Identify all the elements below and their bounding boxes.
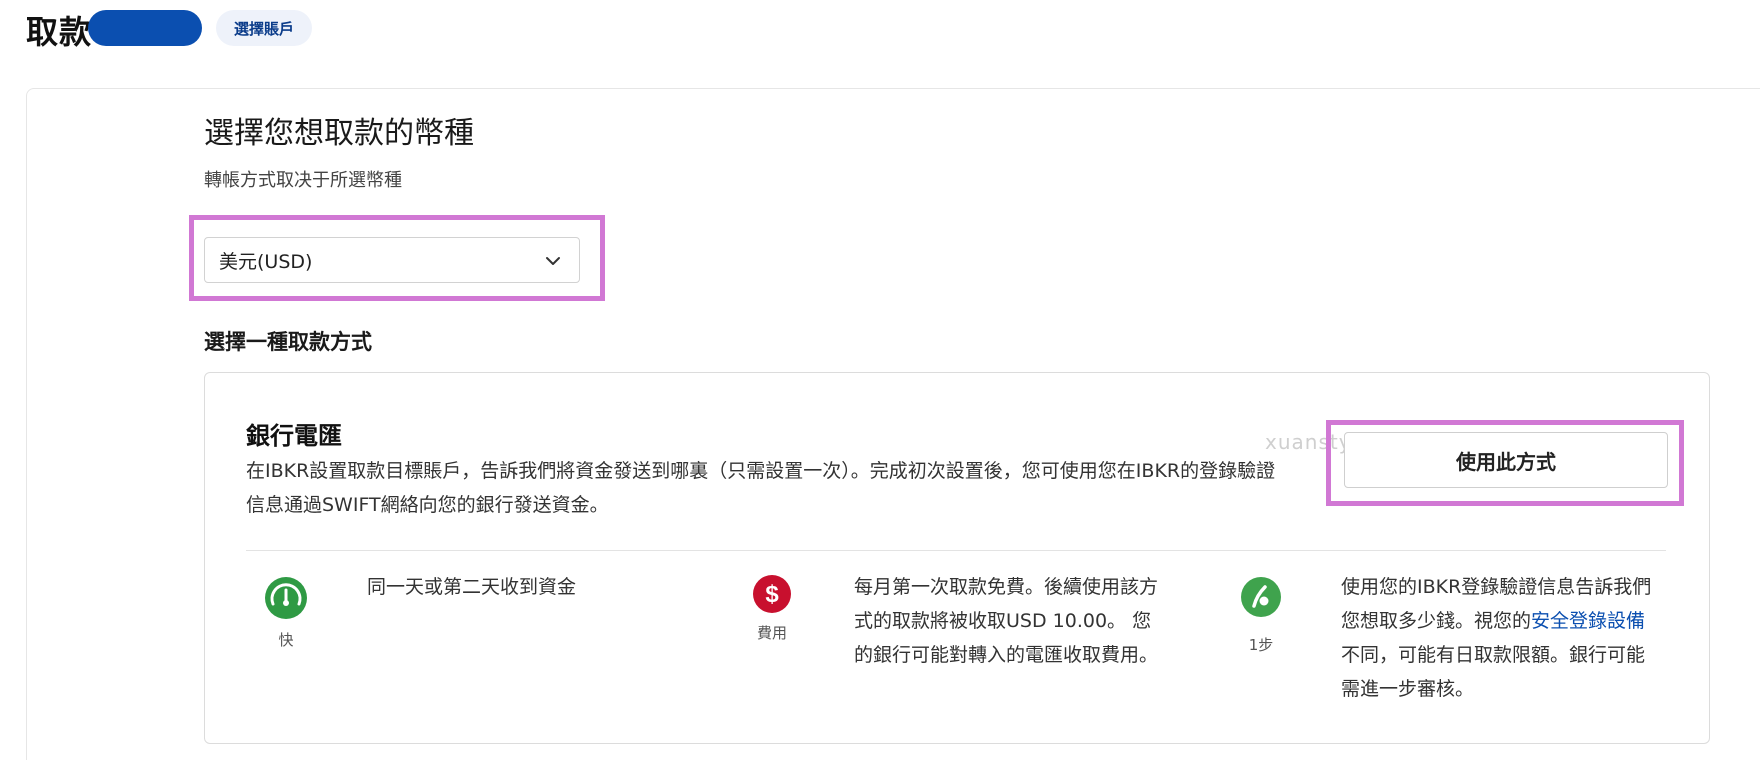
withdraw-page: 取款 選擇賬戶 選擇您想取款的幣種 轉帳方式取决于所選幣種 美元(USD) 選擇…: [0, 0, 1760, 760]
currency-subheading: 轉帳方式取决于所選幣種: [204, 170, 402, 191]
currency-select-value: 美元(USD): [219, 250, 313, 273]
steps-caption: 1步: [1248, 636, 1274, 654]
use-method-button[interactable]: 使用此方式: [1344, 432, 1668, 488]
dollar-icon: $: [753, 575, 791, 613]
method-description: 在IBKR設置取款目標賬戶，告訴我們將資金發送到哪裏（只需設置一次）。完成初次設…: [246, 460, 1276, 516]
select-account-button[interactable]: 選擇賬戶: [216, 10, 313, 46]
method-heading: 選擇一種取款方式: [204, 330, 372, 354]
currency-heading: 選擇您想取款的幣種: [204, 116, 474, 151]
steps-text-after: 不同，可能有日取款限額。銀行可能需進一步審核。: [1341, 644, 1646, 700]
speed-caption: 快: [278, 631, 294, 649]
speed-text: 同一天或第二天收到資金: [367, 576, 577, 598]
divider: [246, 550, 1666, 551]
speedometer-icon: [265, 577, 307, 619]
fee-caption: 費用: [756, 624, 787, 642]
secure-login-device-link[interactable]: 安全登錄設備: [1531, 610, 1645, 632]
currency-select[interactable]: 美元(USD): [204, 237, 580, 283]
step-icon: [1241, 577, 1281, 617]
account-id-pill[interactable]: [88, 10, 202, 46]
method-title: 銀行電匯: [246, 422, 342, 450]
svg-text:$: $: [765, 581, 779, 608]
chevron-down-icon: [546, 257, 560, 265]
header: 取款: [26, 4, 92, 56]
fee-text: 每月第一次取款免費。後續使用該方式的取款將被收取USD 10.00。 您的銀行可…: [854, 576, 1159, 666]
page-title: 取款: [26, 13, 93, 51]
steps-text: 使用您的IBKR登錄驗證信息告訴我們您想取多少錢。視您的安全登錄設備不同，可能有…: [1341, 570, 1657, 706]
